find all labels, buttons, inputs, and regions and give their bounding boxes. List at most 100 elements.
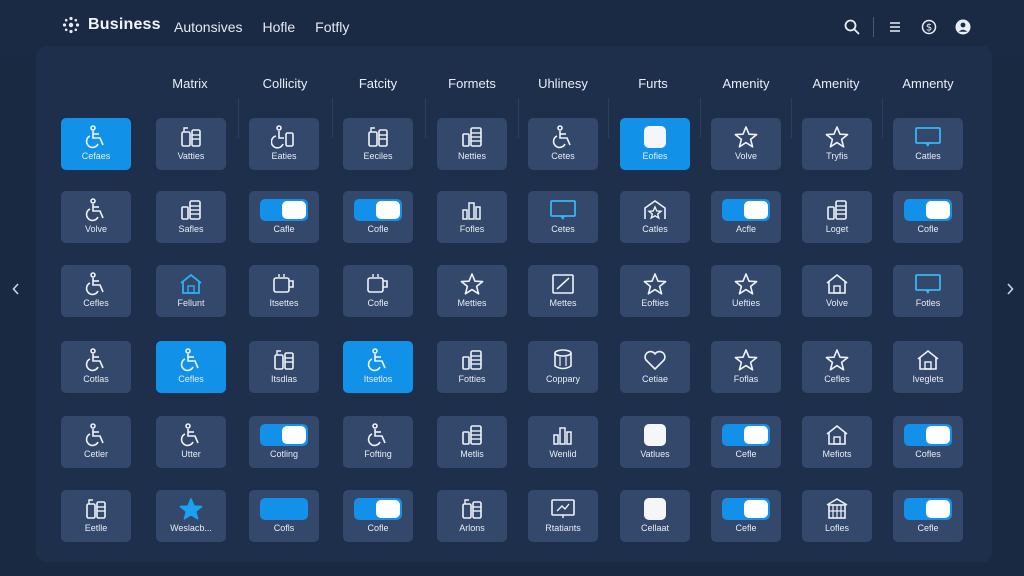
- toggle-switch[interactable]: [354, 198, 402, 222]
- amenity-tile[interactable]: Cotlas: [61, 341, 131, 393]
- amenity-tile[interactable]: Cetes: [528, 118, 598, 170]
- amenity-tile[interactable]: Cetler: [61, 416, 131, 468]
- wheelchair-icon: [83, 423, 109, 447]
- amenity-tile-label: Acfle: [735, 224, 756, 234]
- toggle-switch[interactable]: [260, 198, 308, 222]
- nav-item-hofle[interactable]: Hofle: [262, 19, 295, 35]
- amenity-tile-label: Wenlid: [549, 449, 577, 459]
- amenity-tile[interactable]: Metlis: [437, 416, 507, 468]
- amenity-tile-label: Catles: [915, 151, 941, 161]
- amenity-tile[interactable]: Cefles: [61, 265, 131, 317]
- amenity-tile[interactable]: Cofle: [343, 265, 413, 317]
- amenity-tile[interactable]: Safles: [156, 191, 226, 243]
- amenity-tile[interactable]: Eaties: [249, 118, 319, 170]
- amenity-tile[interactable]: Eeciles: [343, 118, 413, 170]
- amenity-tile-label: Cefle: [735, 523, 757, 533]
- amenity-tile[interactable]: Cofle: [893, 191, 963, 243]
- toggle-switch[interactable]: [722, 423, 770, 447]
- amenity-tile-label: Cefle: [917, 523, 939, 533]
- amenity-tile[interactable]: Volve: [802, 265, 872, 317]
- amenity-tile-label: Eofies: [642, 151, 668, 161]
- amenity-tile[interactable]: Vatlues: [620, 416, 690, 468]
- toggle-switch[interactable]: [904, 497, 952, 521]
- amenity-tile[interactable]: Eofties: [620, 265, 690, 317]
- amenity-tile[interactable]: Cefles: [802, 341, 872, 393]
- amenity-tile[interactable]: Arlons: [437, 490, 507, 542]
- amenity-tile[interactable]: Cetiae: [620, 341, 690, 393]
- dollar-icon[interactable]: $: [918, 16, 940, 38]
- profile-icon[interactable]: [952, 16, 974, 38]
- amenity-tile[interactable]: Cetes: [528, 191, 598, 243]
- amenity-tile[interactable]: Metties: [437, 265, 507, 317]
- scroll-left-arrow[interactable]: [8, 281, 24, 297]
- toggle-switch[interactable]: [722, 198, 770, 222]
- amenity-tile-label: Volve: [825, 298, 849, 308]
- amenity-tile[interactable]: Fofles: [437, 191, 507, 243]
- amenity-tile[interactable]: Vatties: [156, 118, 226, 170]
- toggle-switch[interactable]: [722, 497, 770, 521]
- amenity-tile[interactable]: Volve: [61, 191, 131, 243]
- scroll-right-arrow[interactable]: [1002, 281, 1018, 297]
- amenity-tile[interactable]: Cellaat: [620, 490, 690, 542]
- amenity-tile[interactable]: Cefle: [893, 490, 963, 542]
- toggle-switch[interactable]: [260, 423, 308, 447]
- amenity-tile[interactable]: Cefle: [711, 490, 781, 542]
- amenity-tile[interactable]: Loget: [802, 191, 872, 243]
- amenity-tile[interactable]: Cofles: [893, 416, 963, 468]
- amenity-tile[interactable]: Fofting: [343, 416, 413, 468]
- amenity-tile[interactable]: Fotties: [437, 341, 507, 393]
- amenity-tile[interactable]: Catles: [620, 191, 690, 243]
- amenity-tile[interactable]: Eetlle: [61, 490, 131, 542]
- heart-icon: [642, 348, 668, 372]
- amenity-tile[interactable]: Volve: [711, 118, 781, 170]
- amenity-tile[interactable]: Mefiots: [802, 416, 872, 468]
- amenity-tile[interactable]: Itsetlos: [343, 341, 413, 393]
- amenity-tile[interactable]: Cofls: [249, 490, 319, 542]
- toggle-switch[interactable]: [260, 497, 308, 521]
- amenity-tile[interactable]: Fotles: [893, 265, 963, 317]
- amenity-tile[interactable]: Coppary: [528, 341, 598, 393]
- toggle-switch[interactable]: [904, 423, 952, 447]
- search-icon[interactable]: [841, 16, 863, 38]
- amenity-tile[interactable]: Foflas: [711, 341, 781, 393]
- amenity-tile[interactable]: Tryfis: [802, 118, 872, 170]
- amenity-tile[interactable]: Iveglets: [893, 341, 963, 393]
- amenity-tile[interactable]: Lofles: [802, 490, 872, 542]
- toggle-switch[interactable]: [904, 198, 952, 222]
- nav-item-fotfly[interactable]: Fotfly: [315, 19, 349, 35]
- amenity-tile[interactable]: Cafle: [249, 191, 319, 243]
- menu-icon[interactable]: [884, 16, 906, 38]
- nav-item-autonsives[interactable]: Autonsives: [174, 19, 242, 35]
- amenity-tile[interactable]: Cefle: [711, 416, 781, 468]
- amenity-tile-label: Itsettes: [269, 298, 299, 308]
- amenity-tile-label: Cofls: [273, 523, 295, 533]
- amenity-tile-label: Cetler: [83, 449, 108, 459]
- amenity-tile[interactable]: Rtatiants: [528, 490, 598, 542]
- amenity-tile[interactable]: Mettes: [528, 265, 598, 317]
- amenity-tile[interactable]: Itsettes: [249, 265, 319, 317]
- amenity-tile-label: Metties: [457, 298, 487, 308]
- brand[interactable]: Business: [62, 16, 161, 34]
- amenity-tile[interactable]: Itsdlas: [249, 341, 319, 393]
- toggle-switch[interactable]: [354, 497, 402, 521]
- amenity-tile[interactable]: Cefles: [156, 341, 226, 393]
- amenity-tile[interactable]: Eofies: [620, 118, 690, 170]
- amenity-tile[interactable]: Fellunt: [156, 265, 226, 317]
- amenity-tile-label: Metlis: [460, 449, 484, 459]
- amenity-tile-label: Fofles: [459, 224, 485, 234]
- amenity-tile[interactable]: Netties: [437, 118, 507, 170]
- amenity-tile[interactable]: Cofle: [343, 191, 413, 243]
- amenity-tile[interactable]: Catles: [893, 118, 963, 170]
- amenity-tile[interactable]: Wenlid: [528, 416, 598, 468]
- amenity-tile[interactable]: Acfle: [711, 191, 781, 243]
- amenity-tile[interactable]: Uefties: [711, 265, 781, 317]
- amenity-tile[interactable]: Cefaes: [61, 118, 131, 170]
- amenity-tile[interactable]: Utter: [156, 416, 226, 468]
- document-stack-icon: [459, 423, 485, 447]
- chat-icon: [914, 125, 942, 149]
- amenity-tile-label: Cofle: [367, 298, 389, 308]
- amenity-tile[interactable]: Cotling: [249, 416, 319, 468]
- amenity-tile-label: Volve: [734, 151, 758, 161]
- amenity-tile[interactable]: Cofle: [343, 490, 413, 542]
- amenity-tile[interactable]: Weslacb...: [156, 490, 226, 542]
